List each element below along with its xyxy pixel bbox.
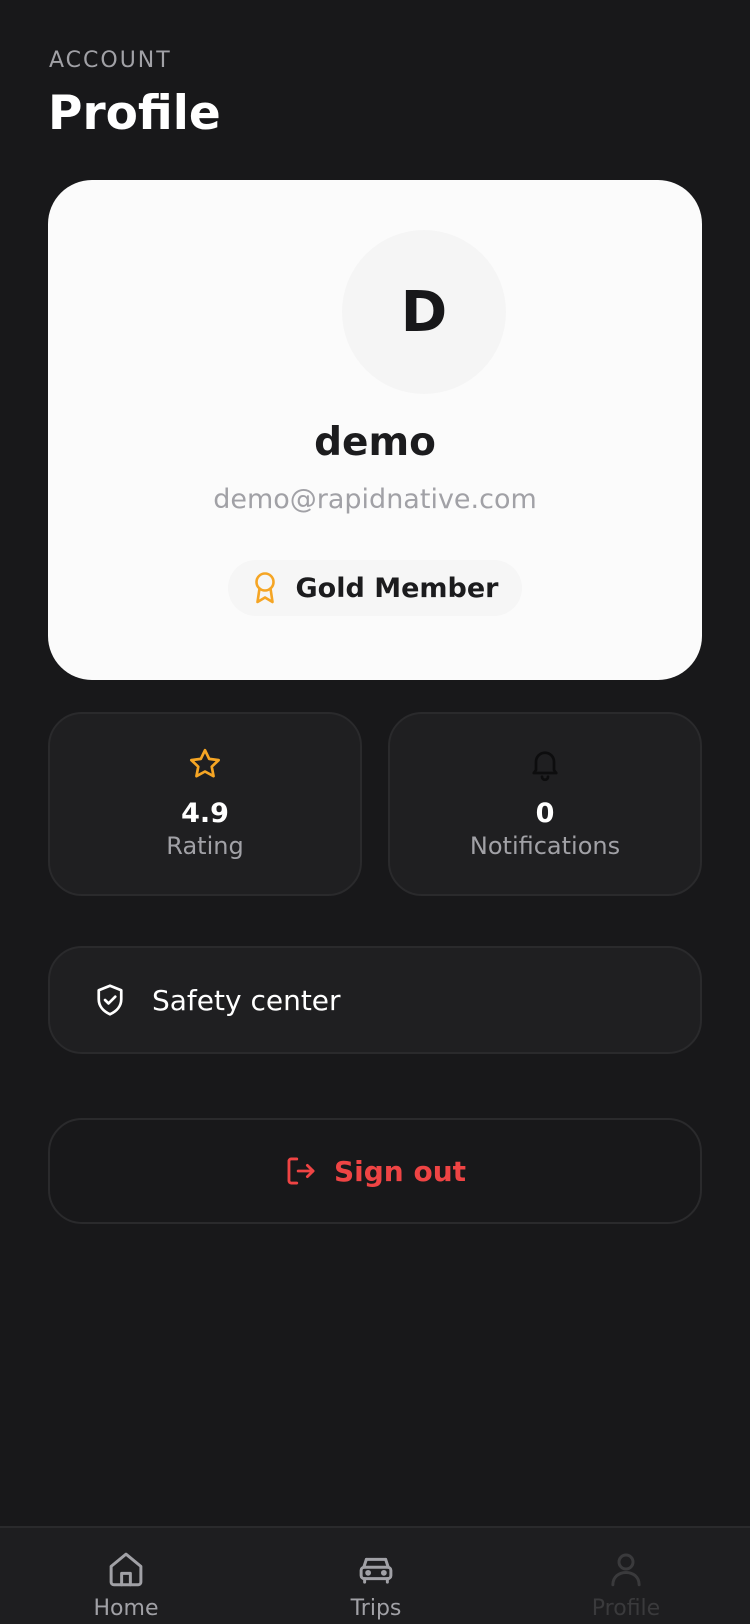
notifications-label: Notifications <box>469 832 621 860</box>
car-icon <box>355 1548 397 1590</box>
user-name: demo <box>314 420 436 465</box>
page-eyebrow: ACCOUNT <box>49 48 172 73</box>
user-email: demo@rapidnative.com <box>213 484 537 515</box>
user-icon <box>605 1548 647 1590</box>
safety-center-label: Safety center <box>152 983 341 1017</box>
rating-value: 4.9 <box>181 798 229 829</box>
bell-icon <box>390 746 700 782</box>
tab-profile[interactable]: Profile <box>556 1548 696 1621</box>
home-icon <box>105 1548 147 1590</box>
sign-out-label: Sign out <box>333 1154 467 1188</box>
tab-trips[interactable]: Trips <box>306 1548 446 1621</box>
membership-badge: Gold Member <box>228 560 522 616</box>
shield-check-icon <box>92 982 128 1018</box>
membership-label: Gold Member <box>295 572 499 604</box>
notifications-value: 0 <box>535 798 555 829</box>
tab-trips-label: Trips <box>350 1596 402 1621</box>
tab-home-label: Home <box>93 1596 159 1621</box>
tab-home[interactable]: Home <box>56 1548 196 1621</box>
page-title: Profile <box>48 86 221 141</box>
rating-label: Rating <box>166 832 244 860</box>
avatar[interactable]: D <box>342 230 506 394</box>
sign-out-button[interactable]: Sign out <box>48 1118 702 1224</box>
notifications-stat-card[interactable]: 0 Notifications <box>388 712 702 896</box>
profile-card: D demo demo@rapidnative.com Gold Member <box>48 180 702 680</box>
tab-profile-label: Profile <box>591 1596 661 1621</box>
safety-center-row[interactable]: Safety center <box>48 946 702 1054</box>
award-icon <box>252 571 278 605</box>
star-icon <box>50 746 360 782</box>
bottom-tab-bar: Home Trips Profile <box>0 1526 750 1624</box>
rating-stat-card: 4.9 Rating <box>48 712 362 896</box>
log-out-icon <box>284 1154 318 1188</box>
